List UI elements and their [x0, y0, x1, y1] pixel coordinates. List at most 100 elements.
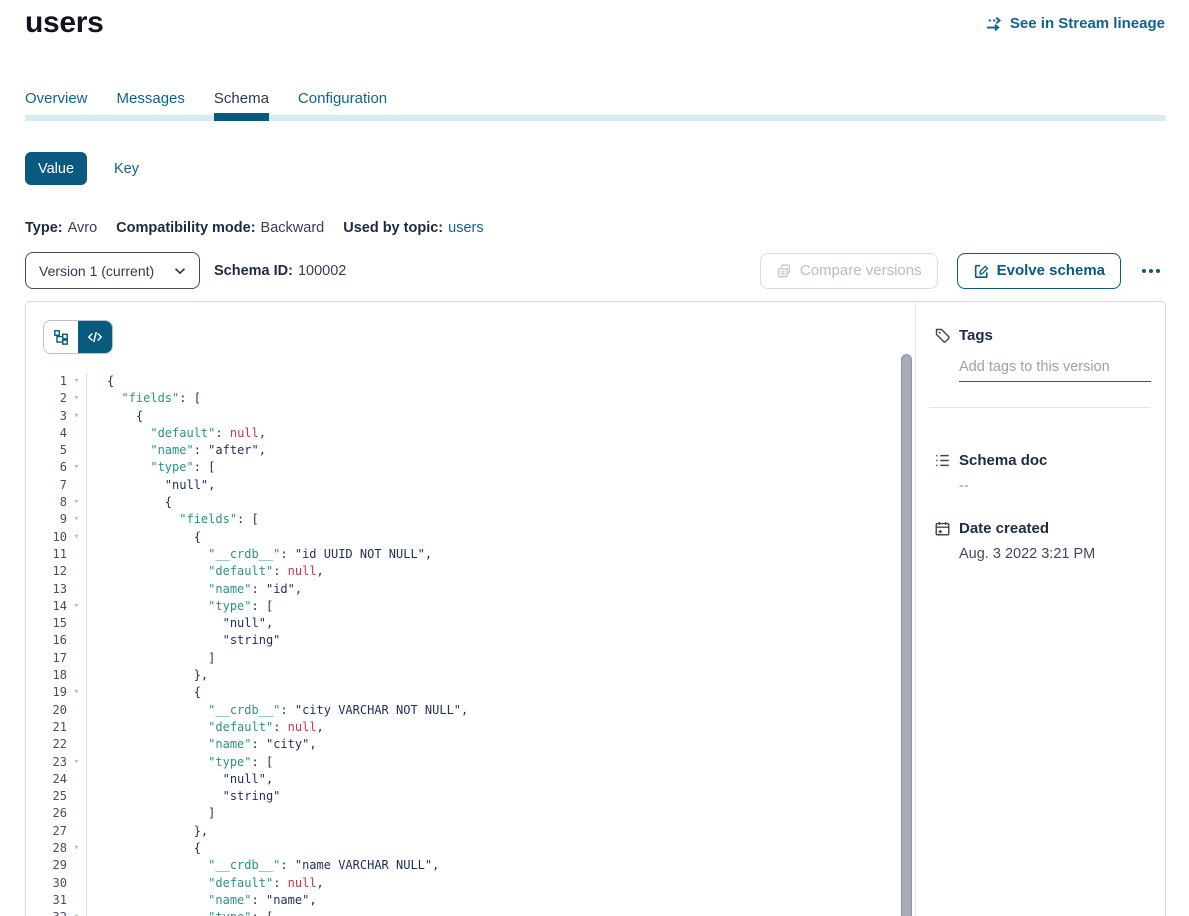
see-in-stream-lineage-link[interactable]: See in Stream lineage	[985, 15, 1165, 32]
tab-schema[interactable]: Schema	[214, 90, 269, 111]
date-created-section: Date created Aug. 3 2022 3:21 PM	[934, 518, 1151, 564]
tab-configuration[interactable]: Configuration	[298, 90, 387, 111]
meta-type-value: Avro	[68, 220, 98, 236]
key-toggle-button[interactable]: Key	[114, 161, 139, 177]
line-number: 20	[26, 702, 67, 719]
line-number: 25	[26, 788, 67, 805]
tab-overview[interactable]: Overview	[25, 90, 88, 111]
code-text: "default": null,	[86, 563, 915, 580]
editor-scrollbar[interactable]	[901, 354, 912, 916]
line-number: 31	[26, 892, 67, 909]
code-line: 15 "null",	[26, 615, 915, 632]
code-editor: 1▾{2▾ "fields": [3▾ {4 "default": null,5…	[26, 373, 915, 916]
collapse-caret-icon[interactable]: ▾	[67, 529, 86, 546]
calendar-plus-icon	[934, 520, 951, 537]
line-number: 6	[26, 459, 67, 476]
copy-icon	[776, 263, 792, 279]
more-options-button[interactable]	[1136, 253, 1166, 289]
collapse-caret-icon[interactable]: ▾	[67, 373, 86, 390]
code-text: {	[86, 494, 915, 511]
collapse-caret-icon[interactable]: ▾	[67, 909, 86, 916]
line-number: 9	[26, 511, 67, 528]
caret-spacer	[67, 805, 86, 822]
caret-spacer	[67, 702, 86, 719]
tree-view-toggle[interactable]	[44, 321, 78, 353]
line-number: 26	[26, 805, 67, 822]
line-number: 28	[26, 840, 67, 857]
line-number: 27	[26, 823, 67, 840]
code-line: 11 "__crdb__": "id UUID NOT NULL",	[26, 546, 915, 563]
tab-messages[interactable]: Messages	[117, 90, 185, 111]
schema-doc-value: --	[959, 478, 1151, 496]
collapse-caret-icon[interactable]: ▾	[67, 840, 86, 857]
meta-type: Type: Avro	[25, 220, 97, 236]
caret-spacer	[67, 875, 86, 892]
code-text: "fields": [	[86, 390, 915, 407]
code-line: 4 "default": null,	[26, 425, 915, 442]
line-number: 22	[26, 736, 67, 753]
code-line: 13 "name": "id",	[26, 581, 915, 598]
collapse-caret-icon[interactable]: ▾	[67, 511, 86, 528]
tags-input[interactable]	[959, 357, 1151, 382]
code-line: 17 ]	[26, 650, 915, 667]
version-select[interactable]: Version 1 (current)	[25, 252, 200, 289]
code-text: "__crdb__": "city VARCHAR NOT NULL",	[86, 702, 915, 719]
code-line: 6▾ "type": [	[26, 459, 915, 476]
used-by-topic-link[interactable]: users	[448, 220, 483, 236]
code-text: ]	[86, 650, 915, 667]
caret-spacer	[67, 771, 86, 788]
collapse-caret-icon[interactable]: ▾	[67, 598, 86, 615]
schema-part-toggle: Value Key	[25, 152, 139, 185]
code-line: 10▾ {	[26, 529, 915, 546]
collapse-caret-icon[interactable]: ▾	[67, 754, 86, 771]
line-number: 2	[26, 390, 67, 407]
meta-compat-value: Backward	[261, 220, 325, 236]
code-line: 5 "name": "after",	[26, 442, 915, 459]
code-text: "string"	[86, 632, 915, 649]
caret-spacer	[67, 615, 86, 632]
code-view-toggle[interactable]	[78, 321, 112, 353]
line-number: 21	[26, 719, 67, 736]
schema-sidebar: Tags Schema doc --	[915, 302, 1165, 916]
code-line: 29 "__crdb__": "name VARCHAR NULL",	[26, 857, 915, 874]
code-text: "__crdb__": "id UUID NOT NULL",	[86, 546, 915, 563]
code-text: {	[86, 373, 915, 390]
tab-strip	[25, 115, 1166, 121]
collapse-caret-icon[interactable]: ▾	[67, 684, 86, 701]
version-toolbar: Version 1 (current) Schema ID:100002 Com…	[25, 252, 1166, 289]
collapse-caret-icon[interactable]: ▾	[67, 390, 86, 407]
evolve-schema-label: Evolve schema	[997, 262, 1105, 279]
code-line: 8▾ {	[26, 494, 915, 511]
meta-type-label: Type:	[25, 220, 63, 236]
tag-icon	[934, 327, 951, 344]
code-text: {	[86, 840, 915, 857]
code-line: 9▾ "fields": [	[26, 511, 915, 528]
tags-heading: Tags	[934, 325, 1151, 345]
line-number: 18	[26, 667, 67, 684]
evolve-schema-button[interactable]: Evolve schema	[957, 253, 1121, 289]
code-line: 24 "null",	[26, 771, 915, 788]
value-toggle-button[interactable]: Value	[25, 152, 87, 185]
code-text: {	[86, 684, 915, 701]
collapse-caret-icon[interactable]: ▾	[67, 494, 86, 511]
code-line: 12 "default": null,	[26, 563, 915, 580]
sidebar-divider	[929, 407, 1150, 408]
collapse-caret-icon[interactable]: ▾	[67, 459, 86, 476]
caret-spacer	[67, 719, 86, 736]
compare-versions-button[interactable]: Compare versions	[760, 253, 938, 289]
line-number: 15	[26, 615, 67, 632]
code-line: 1▾{	[26, 373, 915, 390]
code-text: "name": "city",	[86, 736, 915, 753]
code-text: ]	[86, 805, 915, 822]
code-text: "null",	[86, 615, 915, 632]
code-text: "default": null,	[86, 425, 915, 442]
code-line: 2▾ "fields": [	[26, 390, 915, 407]
tree-view-icon	[53, 329, 69, 345]
code-line: 25 "string"	[26, 788, 915, 805]
code-text: "null",	[86, 477, 915, 494]
collapse-caret-icon[interactable]: ▾	[67, 408, 86, 425]
code-text: "type": [	[86, 459, 915, 476]
code-line: 23▾ "type": [	[26, 754, 915, 771]
code-line: 3▾ {	[26, 408, 915, 425]
line-number: 4	[26, 425, 67, 442]
